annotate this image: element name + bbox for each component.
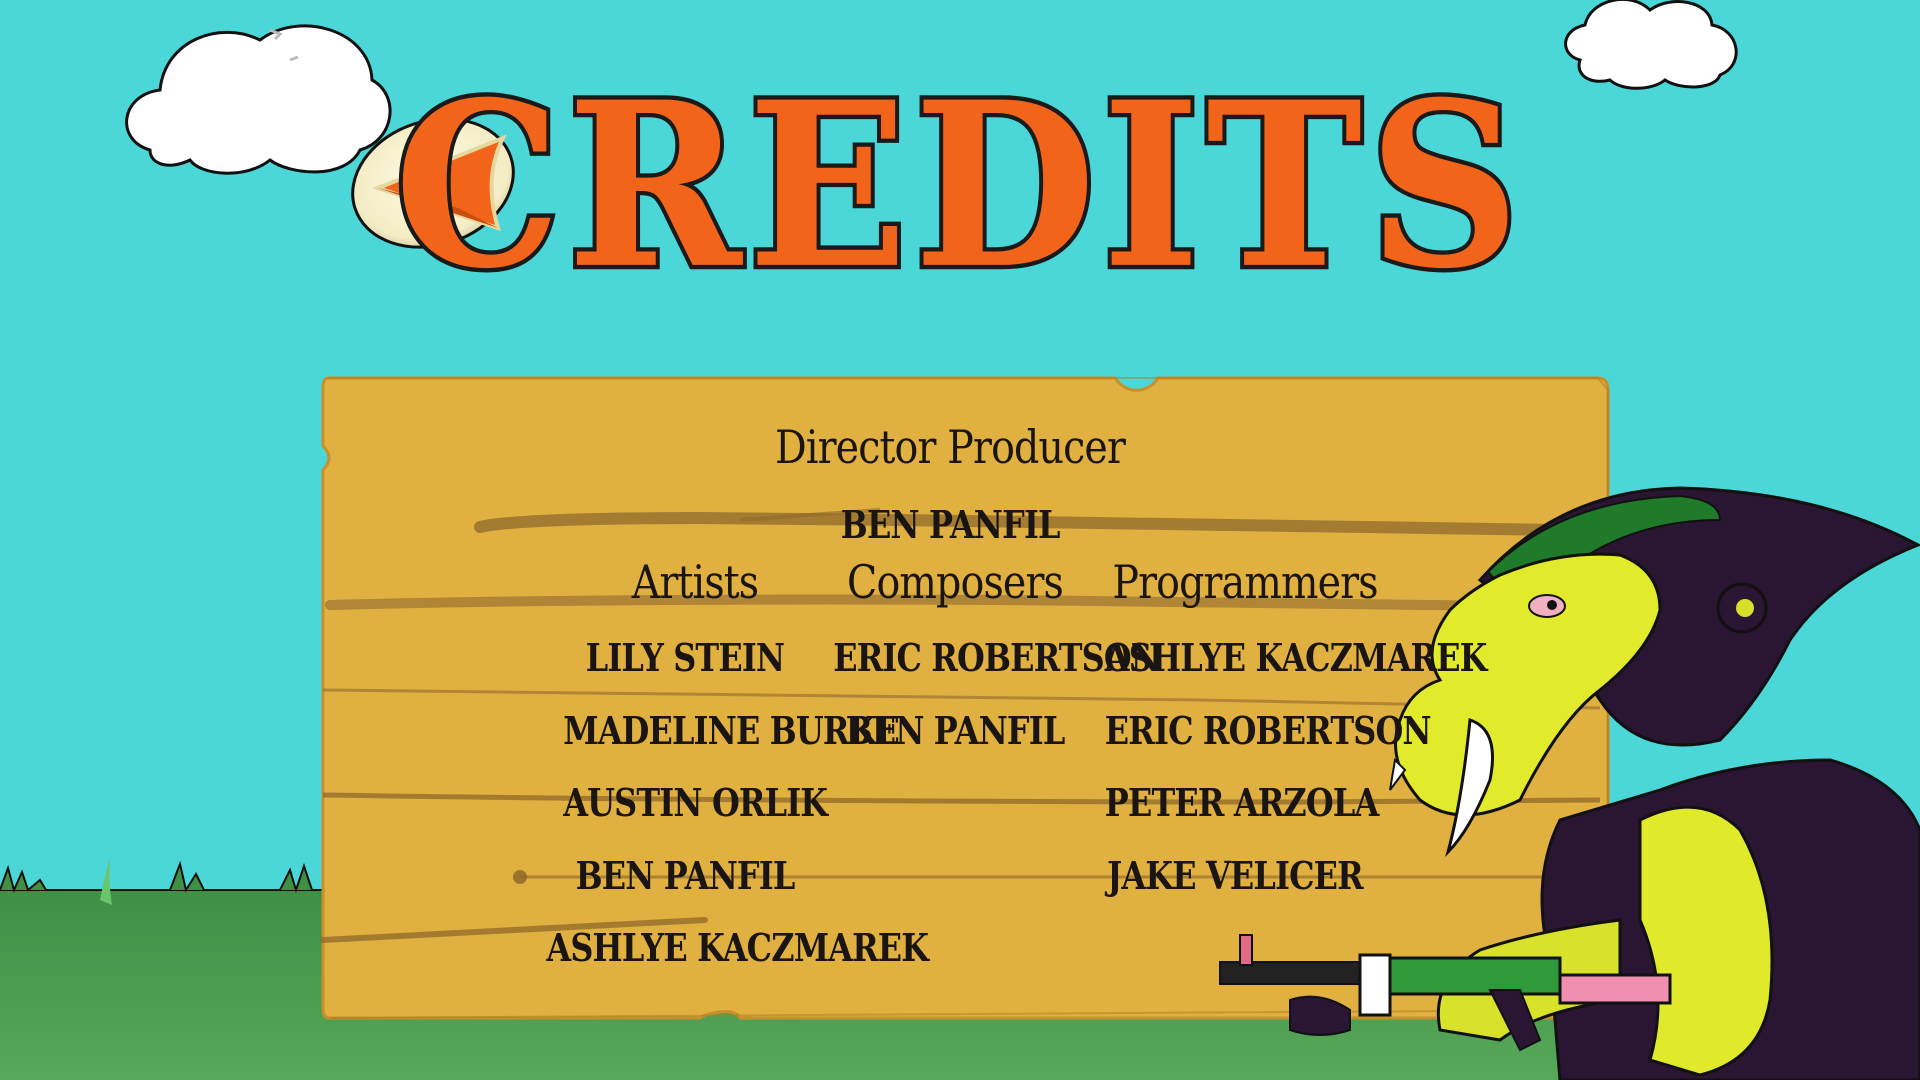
programmers-heading: Programmers <box>1112 555 1378 609</box>
artist-name: AUSTIN ORLIK <box>563 780 828 825</box>
artist-name: BEN PANFIL <box>575 853 796 898</box>
director-heading: Director Producer <box>774 420 1126 474</box>
programmer-name: JAKE VELICER <box>1107 853 1364 898</box>
artist-name: LILY STEIN <box>585 635 785 680</box>
artist-name: ASHLYE KACZMAREK <box>546 925 929 970</box>
artists-heading: Artists <box>631 555 759 609</box>
artist-name: MADELINE BURKE <box>563 708 900 753</box>
composer-name: ERIC ROBERTSON <box>833 635 1160 680</box>
programmer-name: PETER ARZOLA <box>1104 780 1379 825</box>
composers-heading: Composers <box>847 555 1064 609</box>
programmer-name: ERIC ROBERTSON <box>1104 708 1432 753</box>
page-title: CREDITS <box>390 47 1526 322</box>
programmer-name: ASHLYE KACZMAREK <box>1104 635 1488 680</box>
director-name: BEN PANFIL <box>840 502 1061 547</box>
composer-name: BEN PANFIL <box>845 708 1066 753</box>
